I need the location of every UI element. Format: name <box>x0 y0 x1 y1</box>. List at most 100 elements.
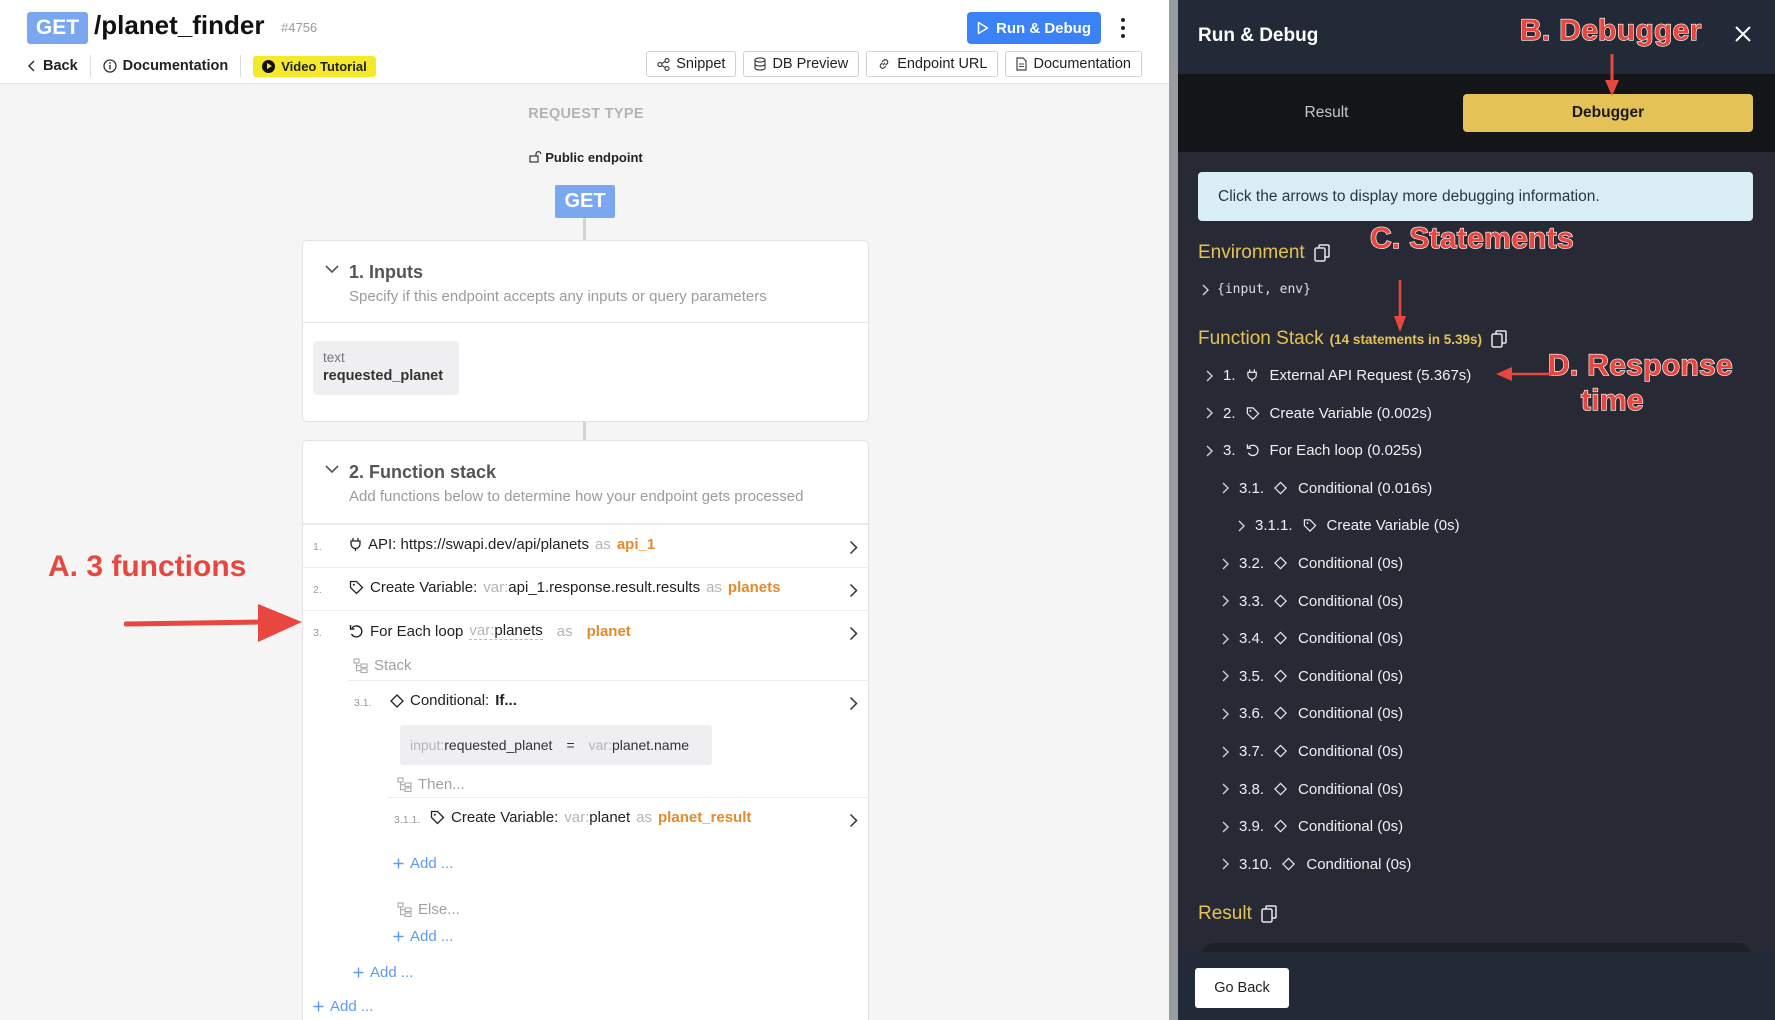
function-row[interactable]: 2. Create Variable: var: api_1.response.r… <box>303 567 868 610</box>
debug-stack-item[interactable]: 3.7. Conditional (0s) <box>1222 743 1403 760</box>
function-row[interactable]: 1. API: https://swapi.dev/api/planets as… <box>303 524 868 567</box>
add-function-link[interactable]: Add ... <box>353 964 413 981</box>
debug-stack-item[interactable]: 3.1. Conditional (0.016s) <box>1222 480 1432 497</box>
annotation-a: A. 3 functions <box>48 550 247 583</box>
copy-icon[interactable] <box>1261 905 1277 923</box>
diamond-icon <box>1274 706 1288 720</box>
debug-item-label: Create Variable (0s) <box>1326 517 1460 535</box>
function-label: Conditional: <box>410 692 490 709</box>
endpoint-url-label: Endpoint URL <box>897 56 988 72</box>
add-label: Add ... <box>410 928 454 945</box>
add-function-link[interactable]: Add ... <box>313 998 373 1015</box>
function-number: 3.1.1. <box>394 814 421 826</box>
chevron-right-icon[interactable] <box>1222 482 1229 494</box>
debug-stack-item[interactable]: 3.8. Conditional (0s) <box>1222 781 1403 798</box>
add-function-link[interactable]: Add ... <box>393 928 453 945</box>
chevron-right-icon[interactable] <box>849 626 858 641</box>
debug-stack-item[interactable]: 3.2. Conditional (0s) <box>1222 555 1403 572</box>
debug-stack-item[interactable]: 2. Create Variable (0.002s) <box>1206 405 1432 422</box>
debug-item-number: 3.4. <box>1239 630 1265 648</box>
chevron-right-icon[interactable] <box>1206 445 1213 457</box>
video-tutorial-label: Video Tutorial <box>281 58 367 74</box>
close-icon[interactable] <box>1733 24 1753 44</box>
copy-icon[interactable] <box>1313 244 1330 262</box>
annotation-arrow-a <box>124 604 302 642</box>
var-keyword: var: <box>564 809 590 826</box>
chevron-right-icon[interactable] <box>1202 284 1209 296</box>
chevron-right-icon[interactable] <box>1206 370 1213 382</box>
chevron-right-icon[interactable] <box>1222 595 1229 607</box>
function-label: Create Variable: <box>451 809 559 826</box>
debug-item-label: Conditional (0s) <box>1298 630 1404 648</box>
copy-icon[interactable] <box>1491 330 1507 348</box>
diamond-icon <box>1274 782 1288 796</box>
chevron-right-icon[interactable] <box>1222 858 1229 870</box>
chevron-right-icon[interactable] <box>1222 783 1229 795</box>
condition-expression[interactable]: input: requested_planet = var: planet.na… <box>400 725 712 765</box>
chevron-right-icon[interactable] <box>1222 746 1229 758</box>
as-keyword: as <box>556 622 573 640</box>
loop-icon <box>349 624 363 638</box>
chevron-down-icon[interactable] <box>325 465 339 474</box>
go-back-button[interactable]: Go Back <box>1195 968 1289 1008</box>
function-content: Conditional: If... <box>390 692 517 709</box>
endpoint-header: GET /planet_finder #4756 Run & Debug Bac… <box>0 0 1172 84</box>
annotation-arrow-b <box>1605 54 1619 96</box>
debug-stack-item[interactable]: 3.4. Conditional (0s) <box>1222 630 1403 647</box>
chevron-right-icon[interactable] <box>849 813 858 828</box>
documentation-button[interactable]: Documentation <box>1005 51 1142 77</box>
chevron-right-icon[interactable] <box>1206 407 1213 419</box>
debug-stack-item[interactable]: 3.10. Conditional (0s) <box>1222 856 1411 873</box>
chevron-right-icon[interactable] <box>1238 520 1245 532</box>
run-debug-button[interactable]: Run & Debug <box>967 12 1101 44</box>
chevron-right-icon[interactable] <box>1222 708 1229 720</box>
info-icon <box>103 59 117 73</box>
function-number: 3. <box>313 627 322 639</box>
debug-stack-item[interactable]: 1. External API Request (5.367s) <box>1206 367 1471 384</box>
environment-row[interactable]: {input, env} <box>1202 282 1311 297</box>
chevron-right-icon[interactable] <box>1222 670 1229 682</box>
add-label: Add ... <box>330 998 374 1015</box>
debug-stack-item[interactable]: 3.9. Conditional (0s) <box>1222 818 1403 835</box>
chevron-down-icon[interactable] <box>325 265 339 274</box>
video-tutorial-button[interactable]: Video Tutorial <box>253 55 376 77</box>
documentation-link[interactable]: Documentation <box>103 55 242 77</box>
function-content: Create Variable: var: planet as planet_re… <box>430 809 751 826</box>
panel-splitter[interactable] <box>1169 0 1178 1020</box>
chevron-right-icon[interactable] <box>849 696 858 711</box>
debug-item-label: Conditional (0s) <box>1298 667 1404 685</box>
debug-stack-item[interactable]: 3.1.1. Create Variable (0s) <box>1238 517 1460 534</box>
video-tutorial-wrap: Video Tutorial <box>253 55 387 77</box>
function-row[interactable]: 3. For Each loop var: planets as planet <box>303 610 868 653</box>
chevron-right-icon[interactable] <box>1222 633 1229 645</box>
chevron-right-icon[interactable] <box>1222 558 1229 570</box>
snippet-button[interactable]: Snippet <box>646 51 737 77</box>
then-label: Then... <box>397 776 465 793</box>
db-preview-button[interactable]: DB Preview <box>743 51 860 77</box>
public-endpoint[interactable]: Public endpoint <box>0 150 1172 165</box>
chevron-right-icon[interactable] <box>1222 821 1229 833</box>
debug-stack-item[interactable]: 3. For Each loop (0.025s) <box>1206 442 1422 459</box>
chevron-right-icon[interactable] <box>849 583 858 598</box>
request-method-box[interactable]: GET <box>555 185 615 218</box>
debug-stack-item[interactable]: 3.5. Conditional (0s) <box>1222 668 1403 685</box>
diamond-icon <box>1274 556 1288 570</box>
debug-stack-item[interactable]: 3.3. Conditional (0s) <box>1222 593 1403 610</box>
more-options-icon[interactable] <box>1112 14 1134 42</box>
endpoint-path[interactable]: /planet_finder <box>94 10 264 41</box>
db-preview-label: DB Preview <box>772 56 849 72</box>
chevron-right-icon[interactable] <box>849 540 858 555</box>
nested-function-row[interactable]: 3.1.1. Create Variable: var: planet as pl… <box>388 797 868 840</box>
tab-result[interactable]: Result <box>1198 94 1455 132</box>
debug-stack-item[interactable]: 3.6. Conditional (0s) <box>1222 705 1403 722</box>
tab-debugger[interactable]: Debugger <box>1463 94 1753 132</box>
function-value: planets <box>494 622 543 639</box>
input-chip[interactable]: text requested_planet <box>313 341 459 395</box>
add-function-link[interactable]: Add ... <box>393 855 453 872</box>
back-link[interactable]: Back <box>27 55 91 77</box>
conditional-row[interactable]: 3.1. Conditional: If... <box>348 680 868 723</box>
run-debug-panel: Run & Debug Result Debugger Click the ar… <box>1178 0 1775 1020</box>
endpoint-url-button[interactable]: Endpoint URL <box>866 51 999 77</box>
function-stack-header[interactable]: 2. Function stack Add functions below to… <box>303 441 868 524</box>
inputs-header[interactable]: 1. Inputs Specify if this endpoint accep… <box>303 241 868 323</box>
